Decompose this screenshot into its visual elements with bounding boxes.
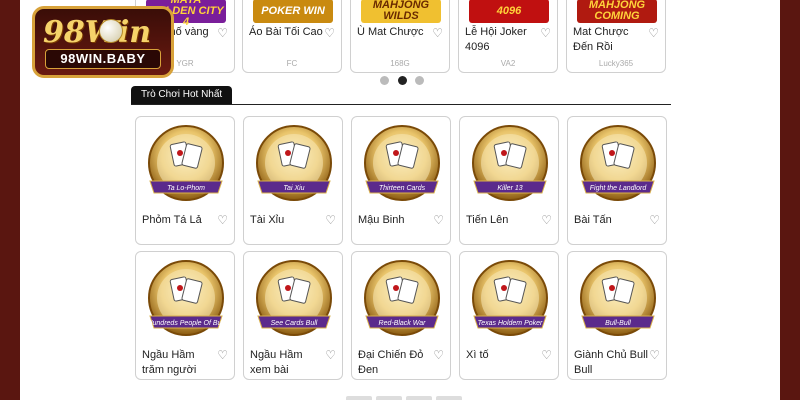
thumbnail-plate-text: Bull-Bull [605,320,631,327]
carousel-dot[interactable] [380,76,389,85]
game-name: Đại Chiến Đỏ Đen [358,349,424,376]
thumbnail-plate-text: Thirteen Cards [379,185,426,192]
game-banner: MAHJONG COMING [577,0,657,23]
heart-icon[interactable]: ♡ [649,348,660,362]
pagination-stub[interactable] [436,396,462,400]
game-card[interactable]: Ta Lo-Phom Phỏm Tá Lả ♡ [135,116,235,245]
thumbnail-plate-text: See Cards Bull [271,320,318,327]
soccer-ball-icon [99,19,123,43]
heart-icon[interactable]: ♡ [540,26,551,40]
game-name: Tiến Lên [466,214,509,226]
game-name: Mat Chược Đến Rồi [573,26,629,53]
game-name: Ngầu Hầm trăm người [142,349,197,376]
game-card[interactable]: Texas Holdem Poker Xì tố ♡ [459,251,559,380]
thumbnail-plate-text: Ta Lo-Phom [167,185,205,192]
landlord-icon: Fight the Landlord [576,123,660,207]
game-banner: 4096 [469,0,549,23]
heart-icon[interactable]: ♡ [541,348,552,362]
thumbnail-plate-text: Hundreds People Of Bull [147,320,224,327]
pagination-stub[interactable] [376,396,402,400]
game-card[interactable]: Tai Xiu Tài Xỉu ♡ [243,116,343,245]
top-game-card[interactable]: MAHJONG COMING Mat Chược Đến Rồi ♡ Lucky… [566,0,666,73]
game-name: Ngầu Hầm xem bài [250,349,303,376]
game-name: Mậu Binh [358,214,405,226]
game-card[interactable]: Killer 13 Tiến Lên ♡ [459,116,559,245]
heart-icon[interactable]: ♡ [432,26,443,40]
heart-icon[interactable]: ♡ [433,213,444,227]
game-name: Áo Bài Tối Cao [249,26,323,38]
heart-icon[interactable]: ♡ [324,26,335,40]
game-card[interactable]: Hundreds People Of Bull Ngầu Hầm trăm ng… [135,251,235,380]
heart-icon[interactable]: ♡ [649,213,660,227]
game-name: Lễ Hội Joker 4096 [465,26,527,53]
game-name: Tài Xỉu [250,214,285,226]
carousel-dots [380,76,424,86]
game-card[interactable]: Red-Black War Đại Chiến Đỏ Đen ♡ [351,251,451,380]
revolver-icon: Thirteen Cards [360,123,444,207]
game-banner: MAHJONG WILDS [361,0,441,23]
section-divider [131,104,671,105]
heart-icon[interactable]: ♡ [433,348,444,362]
heart-icon[interactable]: ♡ [217,26,228,40]
game-name: Phỏm Tá Lả [142,214,202,226]
bull-head-icon: Bull-Bull [576,258,660,342]
thumbnail-plate-text: Tai Xiu [283,185,304,192]
bull-mascot-icon: See Cards Bull [252,258,336,342]
game-card[interactable]: Bull-Bull Giành Chủ Bull Bull ♡ [567,251,667,380]
heart-icon[interactable]: ♡ [541,213,552,227]
game-provider: FC [286,59,298,68]
heart-icon[interactable]: ♡ [217,348,228,362]
thumbnail-plate-text: Red-Black War [379,320,427,327]
heart-icon[interactable]: ♡ [325,348,336,362]
carousel-dot[interactable] [415,76,424,85]
logo-domain: 98WIN.BABY [45,49,161,69]
vs-cards-icon: Red-Black War [360,258,444,342]
cards-icon: Ta Lo-Phom [144,123,228,207]
heart-icon[interactable]: ♡ [325,213,336,227]
top-game-card[interactable]: POKER WIN Áo Bài Tối Cao ♡ FC [242,0,342,73]
game-provider: Lucky365 [598,59,634,68]
heart-icon[interactable]: ♡ [217,213,228,227]
logo-text: 98Win [43,15,152,50]
site-logo[interactable]: 98Win 98WIN.BABY [32,6,174,78]
game-card[interactable]: Fight the Landlord Bài Tấn ♡ [567,116,667,245]
thumbnail-plate-text: Texas Holdem Poker [478,320,543,327]
game-banner: POKER WIN [253,0,333,23]
game-provider: 168G [390,59,410,68]
pagination-stub[interactable] [406,396,432,400]
game-provider: VA2 [500,59,516,68]
thumbnail-plate-text: Killer 13 [497,185,522,192]
game-card[interactable]: Thirteen Cards Mậu Binh ♡ [351,116,451,245]
top-game-card[interactable]: MAHJONG WILDS Ù Mat Chược ♡ 168G [350,0,450,73]
crown-icon: Texas Holdem Poker [468,258,552,342]
pagination-stub[interactable] [346,396,372,400]
dice-cup-icon: Tai Xiu [252,123,336,207]
game-name: Ù Mat Chược [357,26,424,38]
game-card[interactable]: See Cards Bull Ngầu Hầm xem bài ♡ [243,251,343,380]
heart-icon[interactable]: ♡ [648,26,659,40]
bomb-icon: Killer 13 [468,123,552,207]
top-game-card[interactable]: 4096 Lễ Hội Joker 4096 ♡ VA2 [458,0,558,73]
bull-cards-icon: Hundreds People Of Bull [144,258,228,342]
page: 98Win 98WIN.BABY MAYA GOLDEN CITY 4 ành … [20,0,780,400]
game-name: Xì tố [466,349,489,361]
carousel-dot-active[interactable] [397,76,407,85]
section-title-tab[interactable]: Trò Chơi Hot Nhất [131,86,233,104]
thumbnail-plate-text: Fight the Landlord [590,185,648,192]
game-name: Giành Chủ Bull Bull [574,349,648,376]
game-name: Bài Tấn [574,214,612,226]
